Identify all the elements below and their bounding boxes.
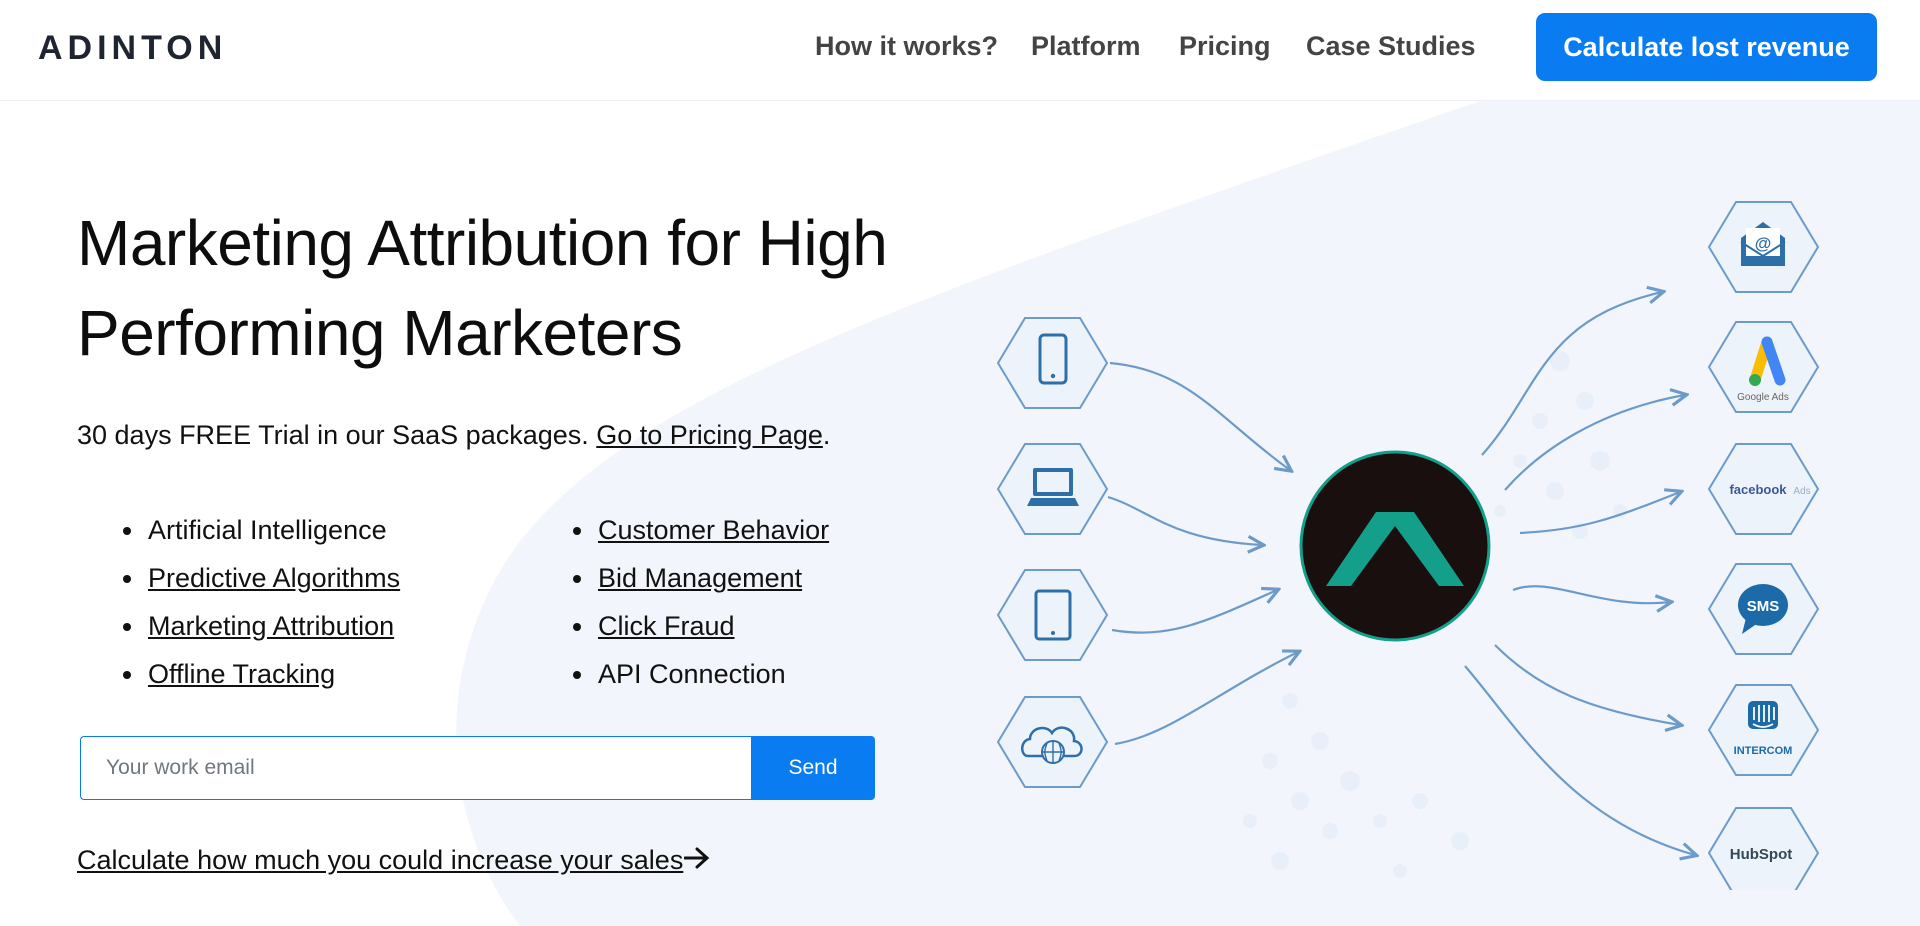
feature-link[interactable]: Offline Tracking bbox=[148, 659, 335, 689]
feature-artificial-intelligence: Artificial Intelligence bbox=[123, 506, 400, 554]
calculate-sales-link[interactable]: Calculate how much you could increase yo… bbox=[77, 845, 710, 876]
feature-offline-tracking[interactable]: Offline Tracking bbox=[123, 650, 400, 698]
send-button[interactable]: Send bbox=[751, 736, 875, 800]
adinton-logo[interactable]: ADINTON bbox=[38, 30, 288, 64]
facebook-label: facebook bbox=[1729, 482, 1787, 497]
desktop-icon bbox=[1027, 468, 1079, 506]
nav-how-it-works[interactable]: How it works? bbox=[815, 28, 998, 64]
nav-pricing[interactable]: Pricing bbox=[1179, 28, 1271, 64]
trial-description: 30 days FREE Trial in our SaaS packages. bbox=[77, 420, 597, 450]
email-icon: @ bbox=[1740, 222, 1786, 266]
feature-api-connection: API Connection bbox=[573, 650, 829, 698]
adinton-hub bbox=[1299, 450, 1491, 642]
channel-intercom: INTERCOM bbox=[1707, 684, 1820, 776]
intercom-label: INTERCOM bbox=[1734, 745, 1793, 757]
feature-link[interactable]: Customer Behavior bbox=[598, 515, 829, 545]
channel-google-ads: Google Ads bbox=[1707, 321, 1820, 413]
trial-text: 30 days FREE Trial in our SaaS packages.… bbox=[77, 420, 830, 451]
feature-bid-management[interactable]: Bid Management bbox=[573, 554, 829, 602]
feature-predictive-algorithms[interactable]: Predictive Algorithms bbox=[123, 554, 400, 602]
feature-link[interactable]: Bid Management bbox=[598, 563, 802, 593]
hero-title-line1: Marketing Attribution for High bbox=[77, 207, 888, 279]
channel-facebook-ads: facebook Ads bbox=[1707, 443, 1820, 535]
channel-sms: SMS bbox=[1707, 563, 1820, 655]
feature-click-fraud[interactable]: Click Fraud bbox=[573, 602, 829, 650]
features-list-right: Customer Behavior Bid Management Click F… bbox=[573, 506, 829, 698]
pricing-page-link[interactable]: Go to Pricing Page bbox=[596, 420, 823, 450]
channel-arrows bbox=[1464, 292, 1695, 855]
channel-hubspot: HubSpot bbox=[1707, 807, 1820, 890]
calculate-sales-text: Calculate how much you could increase yo… bbox=[77, 845, 684, 875]
hero-title-line2: Performing Marketers bbox=[77, 297, 683, 369]
source-arrows bbox=[1107, 361, 1298, 746]
work-email-input[interactable] bbox=[80, 736, 751, 800]
feature-link[interactable]: Marketing Attribution bbox=[148, 611, 394, 641]
feature-link[interactable]: Predictive Algorithms bbox=[148, 563, 400, 593]
nav-case-studies[interactable]: Case Studies bbox=[1306, 28, 1476, 64]
logo-text: ADINTON bbox=[38, 30, 227, 64]
calculate-lost-revenue-button[interactable]: Calculate lost revenue bbox=[1536, 13, 1877, 81]
trial-suffix: . bbox=[822, 420, 831, 450]
feature-label: API Connection bbox=[598, 659, 786, 689]
site-header: ADINTON How it works? Platform Pricing C… bbox=[0, 0, 1920, 101]
attribution-illustration: @ Google Ads facebook Ads SMS INTERCOM H… bbox=[996, 201, 1820, 890]
feature-link[interactable]: Click Fraud bbox=[598, 611, 735, 641]
source-cloud bbox=[996, 696, 1109, 788]
hubspot-label: HubSpot bbox=[1730, 846, 1792, 863]
email-signup-form: Send bbox=[80, 736, 875, 800]
feature-customer-behavior[interactable]: Customer Behavior bbox=[573, 506, 829, 554]
at-sign: @ bbox=[1755, 234, 1772, 253]
nav-platform[interactable]: Platform bbox=[1031, 28, 1141, 64]
hero-title: Marketing Attribution for High Performin… bbox=[77, 198, 977, 378]
source-mobile bbox=[996, 317, 1109, 409]
features-list-left: Artificial Intelligence Predictive Algor… bbox=[123, 506, 400, 698]
source-desktop bbox=[996, 443, 1109, 535]
google-ads-label: Google Ads bbox=[1737, 392, 1789, 403]
feature-label: Artificial Intelligence bbox=[148, 515, 387, 545]
sms-label: SMS bbox=[1747, 598, 1780, 615]
source-tablet bbox=[996, 569, 1109, 661]
arrow-right-icon bbox=[684, 847, 710, 869]
channel-email: @ bbox=[1707, 201, 1820, 293]
feature-marketing-attribution[interactable]: Marketing Attribution bbox=[123, 602, 400, 650]
facebook-ads-suffix: Ads bbox=[1793, 486, 1810, 497]
